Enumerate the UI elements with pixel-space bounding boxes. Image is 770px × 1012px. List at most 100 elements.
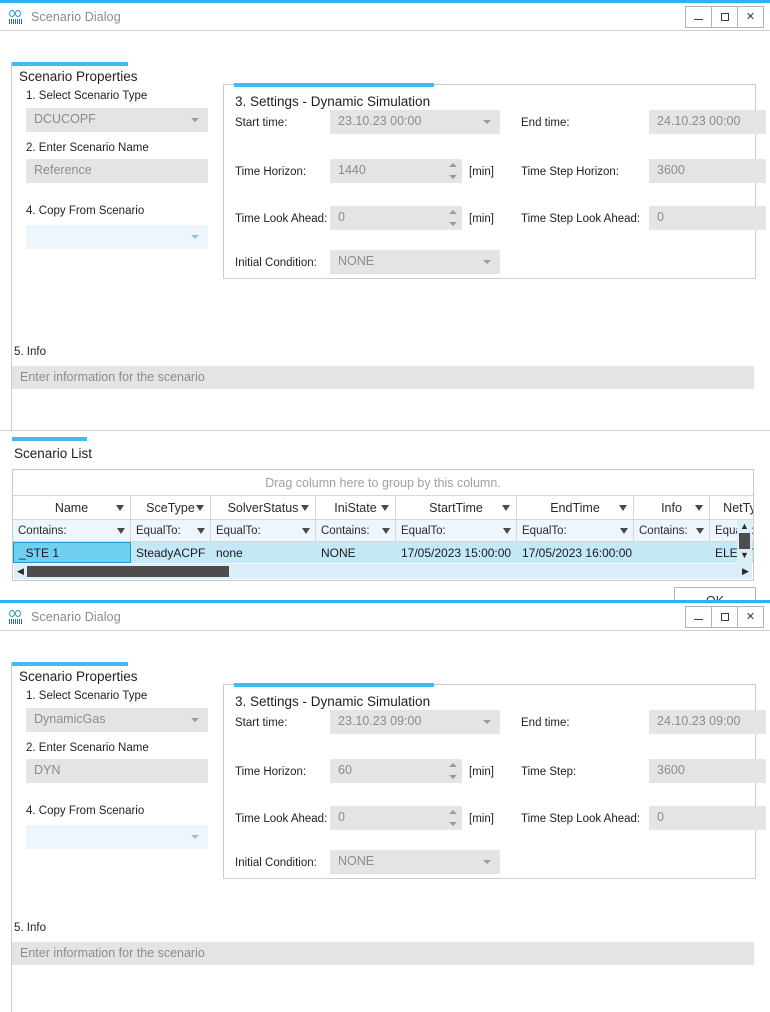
start-time-combobox[interactable]: 23.10.23 00:00 [330, 110, 500, 134]
end-time-field[interactable]: 24.10.23 00:00 [649, 110, 766, 134]
filter-cell-info[interactable]: Contains: [634, 520, 710, 541]
info-input[interactable]: Enter information for the scenario [12, 942, 754, 965]
info-placeholder: Enter information for the scenario [20, 946, 205, 960]
vscroll-thumb[interactable] [739, 533, 750, 549]
filter-icon[interactable] [695, 505, 703, 511]
info-input[interactable]: Enter information for the scenario [12, 366, 754, 389]
column-header-name[interactable]: Name [13, 496, 131, 519]
time-look-ahead-spinner[interactable]: 0 [330, 806, 462, 830]
label-select-scenario-type: 1. Select Scenario Type [12, 690, 210, 702]
group-by-dropzone[interactable]: Drag column here to group by this column… [13, 470, 753, 496]
time-step-look-ahead-value: 0 [657, 210, 664, 224]
column-header-label: EndTime [550, 501, 600, 515]
close-button[interactable]: ✕ [737, 606, 764, 628]
unit-time-look-ahead: [min] [469, 213, 494, 225]
spinner-arrows-icon[interactable] [448, 809, 458, 827]
time-step-look-ahead-field[interactable]: 0 [649, 206, 766, 230]
scroll-down-arrow-icon[interactable]: ▼ [737, 549, 752, 562]
close-button[interactable]: ✕ [737, 6, 764, 28]
filter-cell-scetype[interactable]: EqualTo: [131, 520, 211, 541]
filter-icon[interactable] [197, 528, 205, 534]
filter-icon[interactable] [301, 505, 309, 511]
filter-cell-solverstatus[interactable]: EqualTo: [211, 520, 316, 541]
chevron-down-icon [191, 718, 199, 722]
minimize-button[interactable] [685, 606, 712, 628]
cell-starttime[interactable]: 17/05/2023 15:00:00 [396, 542, 517, 563]
scenario-name-input[interactable]: DYN [26, 759, 208, 783]
grid-horizontal-scrollbar[interactable]: ◀ ▶ [14, 564, 752, 579]
filter-icon[interactable] [382, 528, 390, 534]
window-title: Scenario Dialog [31, 10, 121, 24]
scenario-type-combobox[interactable]: DCUCOPF [26, 108, 208, 132]
filter-icon[interactable] [196, 505, 204, 511]
filter-icon[interactable] [696, 528, 704, 534]
time-horizon-spinner[interactable]: 1440 [330, 159, 462, 183]
time-step-field[interactable]: 3600 [649, 759, 766, 783]
initial-condition-combobox[interactable]: NONE [330, 850, 500, 874]
time-step-look-ahead-field[interactable]: 0 [649, 806, 766, 830]
maximize-button[interactable] [711, 606, 738, 628]
maximize-button[interactable] [711, 6, 738, 28]
filter-cell-inistate[interactable]: Contains: [316, 520, 396, 541]
scenario-name-input[interactable]: Reference [26, 159, 208, 183]
grid-vertical-scrollbar[interactable]: ▲ ▼ [737, 520, 752, 564]
initial-condition-value: NONE [338, 854, 374, 868]
scroll-left-arrow-icon[interactable]: ◀ [14, 564, 27, 579]
label-time-step: Time Step: [521, 766, 576, 778]
column-header-starttime[interactable]: StartTime [396, 496, 517, 519]
end-time-field[interactable]: 24.10.23 09:00 [649, 710, 766, 734]
spinner-arrows-icon[interactable] [448, 162, 458, 180]
scenario-type-combobox[interactable]: DynamicGas [26, 708, 208, 732]
filter-icon[interactable] [619, 505, 627, 511]
column-header-info[interactable]: Info [634, 496, 710, 519]
scenario-list-grid[interactable]: Drag column here to group by this column… [12, 469, 754, 581]
label-end-time: End time: [521, 117, 570, 129]
initial-condition-combobox[interactable]: NONE [330, 250, 500, 274]
filter-icon[interactable] [620, 528, 628, 534]
filter-icon[interactable] [503, 528, 511, 534]
copy-from-scenario-combobox[interactable] [26, 825, 208, 849]
time-look-ahead-spinner[interactable]: 0 [330, 206, 462, 230]
filter-cell-starttime[interactable]: EqualTo: [396, 520, 517, 541]
column-header-nettype[interactable]: NetTy [710, 496, 754, 519]
filter-cell-endtime[interactable]: EqualTo: [517, 520, 634, 541]
time-step-horizon-value: 3600 [657, 163, 685, 177]
label-select-scenario-type: 1. Select Scenario Type [12, 90, 210, 102]
minimize-button[interactable] [685, 6, 712, 28]
filter-cell-name[interactable]: Contains: [13, 520, 131, 541]
column-header-label: NetTy [723, 501, 754, 515]
column-header-inistate[interactable]: IniState [316, 496, 396, 519]
hscroll-thumb[interactable] [27, 566, 229, 577]
copy-from-scenario-combobox[interactable] [26, 225, 208, 249]
cell-info[interactable] [634, 542, 710, 563]
column-header-scetype[interactable]: SceType [131, 496, 211, 519]
table-row[interactable]: _STE 1 SteadyACPF none NONE 17/05/2023 1… [13, 542, 753, 563]
time-step-horizon-field[interactable]: 3600 [649, 159, 766, 183]
filter-icon[interactable] [302, 528, 310, 534]
time-horizon-value: 60 [338, 763, 352, 777]
spinner-arrows-icon[interactable] [448, 762, 458, 780]
scroll-up-arrow-icon[interactable]: ▲ [737, 520, 752, 533]
spinner-arrows-icon[interactable] [448, 209, 458, 227]
column-header-solverstatus[interactable]: SolverStatus [211, 496, 316, 519]
cell-inistate[interactable]: NONE [316, 542, 396, 563]
cell-solverstatus[interactable]: none [211, 542, 316, 563]
hscroll-track[interactable] [229, 564, 739, 579]
cell-endtime[interactable]: 17/05/2023 16:00:00 [517, 542, 634, 563]
filter-icon[interactable] [502, 505, 510, 511]
window-controls-2: ✕ [686, 606, 764, 628]
column-header-endtime[interactable]: EndTime [517, 496, 634, 519]
chevron-down-icon [483, 720, 491, 724]
time-horizon-spinner[interactable]: 60 [330, 759, 462, 783]
info-placeholder: Enter information for the scenario [20, 370, 205, 384]
start-time-combobox[interactable]: 23.10.23 09:00 [330, 710, 500, 734]
filter-icon[interactable] [117, 528, 125, 534]
grid-filter-row: Contains: EqualTo: EqualTo: Contains: Eq… [13, 520, 753, 542]
cell-name[interactable]: _STE 1 [13, 542, 131, 563]
filter-icon[interactable] [116, 505, 124, 511]
cell-scetype[interactable]: SteadyACPF [131, 542, 211, 563]
filter-label: EqualTo: [136, 525, 181, 537]
scroll-right-arrow-icon[interactable]: ▶ [739, 564, 752, 579]
filter-icon[interactable] [381, 505, 389, 511]
unit-time-horizon: [min] [469, 766, 494, 778]
